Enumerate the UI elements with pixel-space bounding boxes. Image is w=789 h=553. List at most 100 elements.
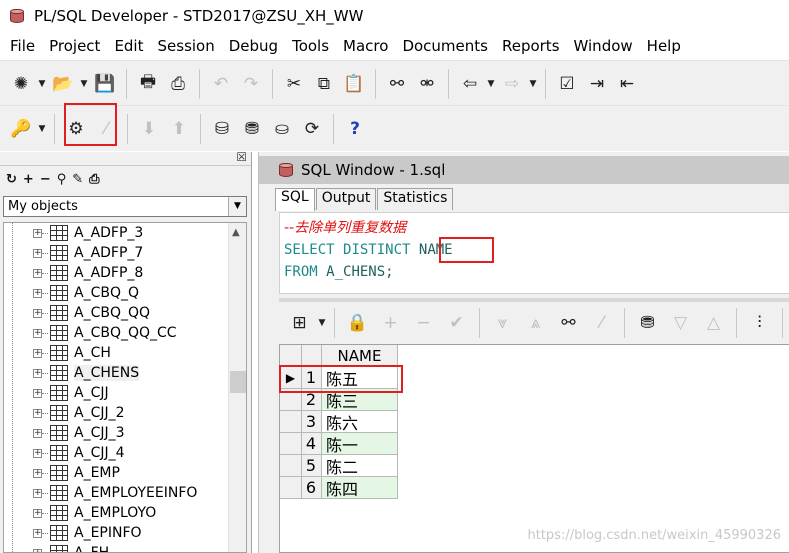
find-icon[interactable]: ⚯ (382, 67, 412, 101)
scrollbar-thumb[interactable] (230, 371, 246, 393)
close-icon[interactable]: ☒ (236, 150, 247, 164)
tree-item[interactable]: + A_CBQ_Q (4, 283, 228, 303)
undo-icon[interactable]: ↶ (206, 67, 236, 101)
export-results-icon[interactable]: ⫶ (743, 306, 776, 340)
expand-icon[interactable]: + (33, 528, 42, 538)
menu-help[interactable]: Help (640, 37, 688, 55)
expand-icon[interactable]: + (33, 488, 42, 498)
indent-icon[interactable]: ⇥ (582, 67, 612, 101)
tree-item[interactable]: + A_CJJ_3 (4, 423, 228, 443)
tree-item[interactable]: + A_CBQ_QQ (4, 303, 228, 323)
logon-key-icon[interactable]: 🔑 (6, 112, 36, 146)
add-icon[interactable]: + (23, 172, 34, 187)
expand-icon[interactable]: + (33, 228, 42, 238)
table-cell[interactable]: 陈六 (322, 411, 398, 433)
sql-window-icon[interactable]: ⛃ (237, 112, 267, 146)
editor-splitter[interactable] (279, 298, 789, 302)
delete-record-icon[interactable]: − (407, 306, 440, 340)
menu-window[interactable]: Window (567, 37, 640, 55)
chevron-down-icon[interactable]: ▼ (228, 197, 246, 216)
tree-item[interactable]: + A_ADFP_7 (4, 243, 228, 263)
query-by-example-icon[interactable]: ⛃ (631, 306, 664, 340)
post-record-icon[interactable]: ✔ (440, 306, 473, 340)
tree-item[interactable]: + A_EMPLOYEEINFO (4, 483, 228, 503)
expand-icon[interactable]: + (33, 368, 42, 378)
export-dropdown-icon[interactable]: ▼ (527, 67, 539, 101)
expand-icon[interactable]: + (33, 388, 42, 398)
refresh-db-icon[interactable]: ⟳ (297, 112, 327, 146)
unindent-icon[interactable]: ⇤ (612, 67, 642, 101)
tab-statistics[interactable]: Statistics (377, 188, 454, 210)
open-folder-icon[interactable]: 📂 (48, 67, 78, 101)
menu-macro[interactable]: Macro (336, 37, 395, 55)
fetch-next-icon[interactable]: ⩔ (486, 306, 519, 340)
rollback-icon[interactable]: ⬆ (164, 112, 194, 146)
table-cell[interactable]: 陈三 (322, 389, 398, 411)
find-next-icon[interactable]: ⚮ (412, 67, 442, 101)
expand-icon[interactable]: + (33, 268, 42, 278)
menu-documents[interactable]: Documents (395, 37, 495, 55)
tree-item[interactable]: + A_CJJ_2 (4, 403, 228, 423)
tab-sql[interactable]: SQL (275, 188, 315, 211)
sql-editor[interactable]: --去除单列重复数据 SELECT DISTINCT NAME FROM A_C… (279, 212, 789, 294)
paste-icon[interactable]: 📋 (339, 67, 369, 101)
menu-edit[interactable]: Edit (107, 37, 150, 55)
new-icon[interactable]: ✺ (6, 67, 36, 101)
expand-icon[interactable]: + (33, 428, 42, 438)
table-cell[interactable]: 陈二 (322, 455, 398, 477)
expand-icon[interactable]: + (33, 328, 42, 338)
tree-scrollbar[interactable]: ▲ (228, 223, 246, 552)
next-page-icon[interactable]: ▽ (664, 306, 697, 340)
execute-gear-icon[interactable]: ⚙ (61, 112, 91, 146)
tab-output[interactable]: Output (315, 188, 377, 210)
menu-tools[interactable]: Tools (285, 37, 336, 55)
tree-item[interactable]: + A_ADFP_3 (4, 223, 228, 243)
previous-page-icon[interactable]: △ (697, 306, 730, 340)
search-icon[interactable]: ⚲ (57, 172, 67, 187)
break-icon[interactable]: ⁄ (91, 112, 121, 146)
tree-item[interactable]: + A_CJJ_4 (4, 443, 228, 463)
scroll-up-icon[interactable]: ▲ (232, 227, 240, 238)
expand-icon[interactable]: + (33, 408, 42, 418)
tree-item[interactable]: + A_EMP (4, 463, 228, 483)
tree-item-selected[interactable]: + A_CHENS (4, 363, 228, 383)
import-dropdown-icon[interactable]: ▼ (485, 67, 497, 101)
export-icon[interactable]: ⇨ (497, 67, 527, 101)
menu-reports[interactable]: Reports (495, 37, 567, 55)
new-sql-window-icon[interactable]: ⛁ (207, 112, 237, 146)
print-icon[interactable]: 🖶 (133, 67, 163, 101)
expand-icon[interactable]: + (33, 248, 42, 258)
tree-item[interactable]: + A_ADFP_8 (4, 263, 228, 283)
redo-icon[interactable]: ↷ (236, 67, 266, 101)
table-cell[interactable]: 陈一 (322, 433, 398, 455)
expand-icon[interactable]: + (33, 548, 42, 552)
expand-icon[interactable]: + (33, 288, 42, 298)
tree-item[interactable]: + A_EMPLOYO (4, 503, 228, 523)
logon-dropdown-icon[interactable]: ▼ (36, 112, 48, 146)
column-header-name[interactable]: NAME (322, 345, 398, 367)
object-filter-select[interactable]: My objects ▼ (3, 196, 247, 217)
refresh-icon[interactable]: ↻ (6, 172, 17, 187)
clear-icon[interactable]: ⁄ (585, 306, 618, 340)
tree-item[interactable]: + A_CBQ_QQ_CC (4, 323, 228, 343)
tree-item[interactable]: + A_CJJ (4, 383, 228, 403)
check-document-icon[interactable]: ☑ (552, 67, 582, 101)
import-icon[interactable]: ⇦ (455, 67, 485, 101)
fetch-last-icon[interactable]: ⩓ (519, 306, 552, 340)
expand-icon[interactable]: + (33, 308, 42, 318)
grid-dropdown-icon[interactable]: ▼ (316, 306, 328, 340)
lock-icon[interactable]: 🔒 (341, 306, 374, 340)
help-icon[interactable]: ? (340, 112, 370, 146)
expand-icon[interactable]: + (33, 468, 42, 478)
properties-icon[interactable]: ⎙ (89, 172, 99, 187)
grid-select-icon[interactable]: ⊞ (283, 306, 316, 340)
tree-item[interactable]: + A_EPINFO (4, 523, 228, 543)
print-preview-icon[interactable]: ⎙ (163, 67, 193, 101)
add-record-icon[interactable]: + (374, 306, 407, 340)
tree-item[interactable]: + A_CH (4, 343, 228, 363)
commit-icon[interactable]: ⬇ (134, 112, 164, 146)
new-dropdown-icon[interactable]: ▼ (36, 67, 48, 101)
menu-project[interactable]: Project (42, 37, 107, 55)
expand-icon[interactable]: + (33, 508, 42, 518)
copy-icon[interactable]: ⧉ (309, 67, 339, 101)
